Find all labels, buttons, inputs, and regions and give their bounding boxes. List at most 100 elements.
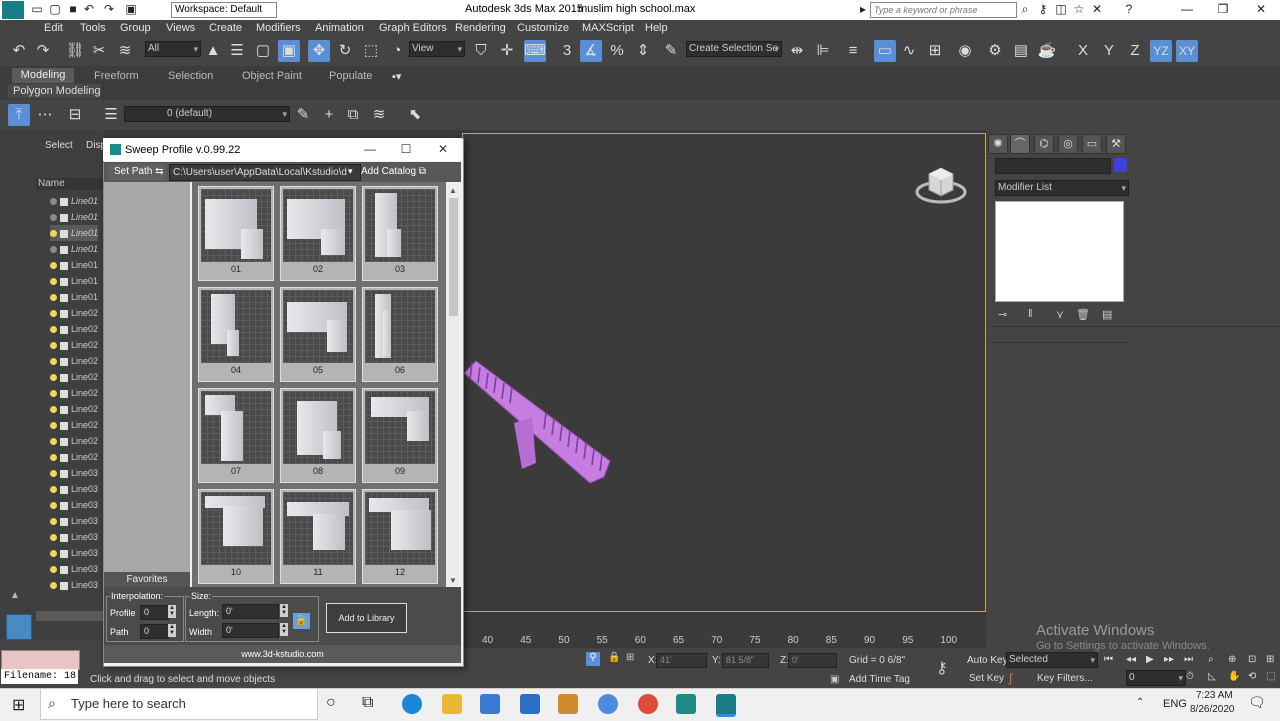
hold-icon[interactable]: ▣ xyxy=(124,2,138,16)
show-hidden-icons[interactable]: ⌃ xyxy=(1136,697,1144,708)
menu-customize[interactable]: Customize xyxy=(517,22,569,34)
cursor-icon[interactable]: ⬉ xyxy=(404,104,426,126)
explorer-scrollbar[interactable] xyxy=(36,611,104,621)
max-logo-icon[interactable] xyxy=(2,1,24,19)
move-tool-icon[interactable]: ⤒ xyxy=(8,104,30,126)
explorer-row[interactable]: Line03 xyxy=(50,513,98,529)
create-tab-icon[interactable]: ✺ xyxy=(988,134,1008,154)
auto-key-button[interactable]: Auto Key xyxy=(967,655,1008,666)
bind-spacewarp-icon[interactable]: ≋ xyxy=(114,40,136,62)
select-object-icon[interactable]: ▲ xyxy=(202,40,224,62)
spinner-snap-icon[interactable]: ⇕ xyxy=(632,40,654,62)
object-name-field[interactable] xyxy=(995,158,1111,174)
material-editor-icon[interactable]: ◉ xyxy=(954,40,976,62)
modifier-stack[interactable] xyxy=(995,201,1124,302)
axis-yz-button[interactable]: YZ xyxy=(1150,40,1172,62)
show-end-result-icon[interactable]: ‖ xyxy=(1028,308,1033,320)
explorer-row[interactable]: Line02 xyxy=(50,321,98,337)
goto-start-icon[interactable]: ⏮ xyxy=(1104,654,1113,665)
notifications-icon[interactable]: 🗨 xyxy=(1248,694,1266,711)
explorer-row[interactable]: Line01 xyxy=(50,257,98,273)
menu-help[interactable]: Help xyxy=(645,22,668,34)
zoom-extents-icon[interactable]: ⊡ xyxy=(1248,654,1256,665)
explorer-row[interactable]: Line02 xyxy=(50,433,98,449)
subscription-icon[interactable]: ◫ xyxy=(1054,2,1068,16)
visibility-bulb-icon[interactable] xyxy=(50,230,57,238)
angle-snap-icon[interactable]: ∡ xyxy=(580,40,602,62)
menu-create[interactable]: Create xyxy=(209,22,242,34)
explorer-row[interactable]: Line02 xyxy=(50,449,98,465)
explorer-row[interactable]: Line01 xyxy=(50,273,98,289)
lock-aspect-icon[interactable]: 🔒 xyxy=(293,613,310,629)
visibility-bulb-icon[interactable] xyxy=(50,502,57,510)
profile-card[interactable]: 02 xyxy=(280,186,356,281)
profile-card[interactable]: 03 xyxy=(362,186,438,281)
close-icon[interactable]: ✕ xyxy=(1254,2,1268,16)
length-spinner[interactable]: ▲ ▼ xyxy=(280,604,288,617)
visibility-bulb-icon[interactable] xyxy=(50,486,57,494)
schematic-view-icon[interactable]: ⊞ xyxy=(924,40,946,62)
length-input[interactable]: 0' xyxy=(222,604,279,619)
axis-y-button[interactable]: Y xyxy=(1098,40,1120,62)
utilities-tab-icon[interactable]: ⚒ xyxy=(1106,134,1126,154)
select-layer-icon[interactable]: ≋ xyxy=(368,104,390,126)
favorites-button[interactable]: Favorites xyxy=(104,572,190,587)
explorer-row[interactable]: Line02 xyxy=(50,417,98,433)
profile-card[interactable]: 05 xyxy=(280,287,356,382)
cortana-icon[interactable]: ○ xyxy=(326,694,336,712)
visibility-bulb-icon[interactable] xyxy=(50,582,57,590)
save-icon[interactable]: ■ xyxy=(66,2,80,16)
explorer-row[interactable]: Line02 xyxy=(50,401,98,417)
explorer-row[interactable]: Line03 xyxy=(50,577,98,593)
explorer-row[interactable]: Line02 xyxy=(50,353,98,369)
array-tool-icon[interactable]: ⊟ xyxy=(64,104,86,126)
keyboard-shortcut-icon[interactable]: ⌨ xyxy=(524,40,546,62)
menu-tools[interactable]: Tools xyxy=(80,22,106,34)
ribbon-tab-freeform[interactable]: Freeform xyxy=(94,70,139,82)
render-setup-icon[interactable]: ⚙ xyxy=(984,40,1006,62)
taskbar-search[interactable]: Type here to search xyxy=(40,688,318,720)
reference-coord-dropdown[interactable]: View xyxy=(409,41,465,57)
current-frame-field[interactable]: 0 xyxy=(1126,670,1186,686)
layer-add-icon[interactable]: ✎ xyxy=(292,104,314,126)
menu-edit[interactable]: Edit xyxy=(44,22,63,34)
undo-icon[interactable]: ↶ xyxy=(8,40,30,62)
mirror-icon[interactable]: ⇹ xyxy=(786,40,808,62)
clock-time[interactable]: 7:23 AM xyxy=(1196,690,1233,701)
menu-rendering[interactable]: Rendering xyxy=(455,22,506,34)
explorer-row[interactable]: Line02 xyxy=(50,369,98,385)
polygon-modeling-panel[interactable]: Polygon Modeling xyxy=(8,84,101,98)
z-coord-field[interactable]: 0' xyxy=(788,653,837,668)
visibility-bulb-icon[interactable] xyxy=(50,550,57,558)
manipulate-icon[interactable]: ✛ xyxy=(496,40,518,62)
orbit-icon[interactable]: ⟲ xyxy=(1248,671,1256,682)
viewcube-icon[interactable] xyxy=(915,160,967,208)
motion-tab-icon[interactable]: ◎ xyxy=(1058,134,1078,154)
visibility-bulb-icon[interactable] xyxy=(50,454,57,462)
render-production-icon[interactable]: ☕ xyxy=(1036,40,1058,62)
key-icon[interactable]: ⚷ xyxy=(1036,2,1050,16)
ribbon-tab-object-paint[interactable]: Object Paint xyxy=(242,70,302,82)
add-time-tag-button[interactable]: Add Time Tag xyxy=(849,674,910,685)
visibility-bulb-icon[interactable] xyxy=(50,278,57,286)
y-coord-field[interactable]: 81 5/8" xyxy=(722,653,769,668)
visibility-bulb-icon[interactable] xyxy=(50,422,57,430)
scroll-up-icon[interactable]: ▲ xyxy=(449,186,457,195)
modify-tab-icon[interactable]: ⌒ xyxy=(1010,134,1030,154)
select-move-icon[interactable]: ✥ xyxy=(308,40,330,62)
redo-icon[interactable]: ↷ xyxy=(32,40,54,62)
visibility-bulb-icon[interactable] xyxy=(50,214,57,222)
zoom-extents-all-icon[interactable]: ⊞ xyxy=(1266,654,1274,665)
axis-x-button[interactable]: X xyxy=(1072,40,1094,62)
staircase-model[interactable] xyxy=(462,355,614,487)
path-interpolation-input[interactable]: 0 xyxy=(140,624,169,639)
ribbon-options-icon[interactable]: ▪▾ xyxy=(392,70,401,83)
isolate-selection-icon[interactable]: ⚲ xyxy=(586,652,600,666)
align-tool-icon[interactable]: ⋯ xyxy=(34,104,56,126)
explorer-collapse-icon[interactable]: ▲ xyxy=(10,590,20,601)
explorer-name-header[interactable]: Name xyxy=(36,178,106,190)
kstudio-link[interactable]: www.3d-kstudio.com xyxy=(104,645,461,663)
new-icon[interactable]: ▭ xyxy=(30,2,44,16)
selection-lock-icon[interactable]: 🔒 xyxy=(608,652,620,663)
search-input[interactable]: Type a keyword or phrase xyxy=(870,2,1017,18)
